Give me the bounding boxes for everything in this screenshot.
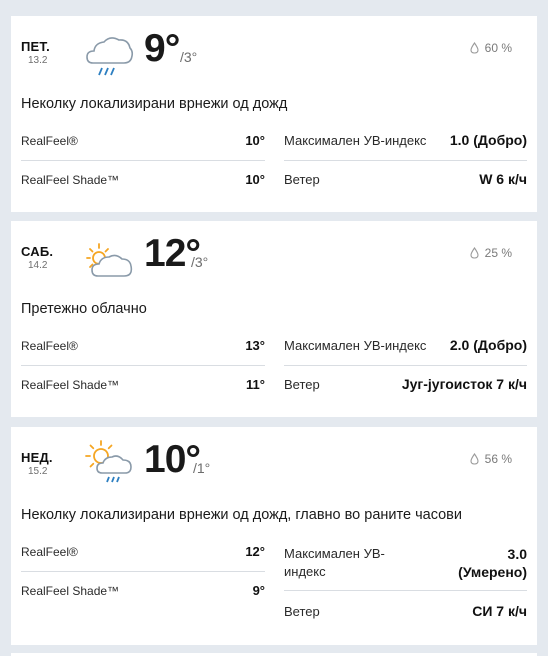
weather-phrase: Неколку локализирани врнежи од дожд, гла… (21, 507, 462, 523)
precip-chance: 56 % (470, 452, 512, 466)
drop-icon (470, 247, 479, 259)
high-temp: 9° (144, 27, 180, 70)
day-date: ПЕТ. 13.2 (21, 39, 50, 66)
day-of-week: САБ. (21, 244, 54, 259)
divider (21, 365, 265, 366)
day-date: САБ. 14.2 (21, 244, 53, 271)
uv-row: Максимален УВ- индекс 3.0 (Умерено) (284, 545, 527, 581)
wind-label: Ветер (284, 171, 320, 187)
low-temp: /3° (191, 254, 209, 270)
sun-cloud-rain-icon (85, 440, 132, 483)
weather-phrase: Неколку локализирани врнежи од дожд (21, 96, 288, 112)
realfeel-shade-value: 11° (246, 377, 265, 392)
realfeel-shade-row: RealFeel Shade™ 9° (21, 583, 265, 598)
uv-label-line1: Максимален УВ- (284, 546, 385, 561)
drop-icon (470, 453, 479, 465)
wind-value: Југ-југоисток 7 к/ч (401, 376, 527, 392)
realfeel-shade-label: RealFeel Shade™ (21, 172, 120, 187)
cloud-rain-icon (86, 37, 134, 76)
realfeel-label: RealFeel® (21, 544, 78, 559)
realfeel-shade-label: RealFeel Shade™ (21, 377, 120, 392)
precip-chance: 25 % (470, 246, 512, 260)
divider (21, 160, 265, 161)
date-number: 15.2 (28, 466, 48, 477)
uv-value: 3.0 (Умерено) (458, 545, 527, 581)
precip-value: 56 % (484, 452, 512, 466)
wind-label: Ветер (284, 603, 320, 619)
day-date: НЕД. 15.2 (21, 450, 53, 477)
divider (284, 365, 527, 366)
forecast-card-sat[interactable]: САБ. 14.2 12° /3° 25 % Претежно облачно … (11, 221, 537, 417)
uv-value-line1: 3.0 (507, 546, 527, 562)
forecast-card-sun[interactable]: НЕД. 15.2 10° /1° 56 % Неколку локализир… (11, 427, 537, 645)
drop-icon (470, 42, 479, 54)
divider (284, 590, 527, 591)
wind-label: Ветер (284, 376, 320, 392)
divider (21, 571, 265, 572)
forecast-card-fri[interactable]: ПЕТ. 13.2 9° /3° 60 % Неколку локализира… (11, 16, 537, 212)
realfeel-row: RealFeel® 12° (21, 544, 265, 559)
uv-value-line2: (Умерено) (458, 564, 527, 580)
uv-row: Максимален УВ-индекс 2.0 (Добро) (284, 337, 527, 353)
wind-row: Ветер W 6 к/ч (284, 171, 527, 187)
realfeel-shade-value: 10° (245, 172, 265, 187)
uv-value: 1.0 (Добро) (449, 132, 527, 148)
date-number: 14.2 (28, 260, 48, 271)
low-temp: /3° (180, 49, 198, 65)
realfeel-value: 12° (245, 544, 265, 559)
wind-row: Ветер СИ 7 к/ч (284, 603, 527, 619)
wind-value: W 6 к/ч (479, 171, 527, 187)
uv-label: Максимален УВ-индекс (284, 132, 427, 148)
realfeel-label: RealFeel® (21, 133, 78, 148)
uv-value: 2.0 (Добро) (449, 337, 527, 353)
sun-cloud-icon (86, 243, 133, 277)
realfeel-shade-row: RealFeel Shade™ 11° (21, 377, 265, 392)
realfeel-value: 13° (245, 338, 265, 353)
wind-value: СИ 7 к/ч (472, 603, 527, 619)
realfeel-shade-label: RealFeel Shade™ (21, 583, 120, 598)
precip-value: 25 % (484, 246, 512, 260)
date-number: 13.2 (28, 55, 48, 66)
realfeel-value: 10° (245, 133, 265, 148)
precip-value: 60 % (484, 41, 512, 55)
wind-row: Ветер Југ-југоисток 7 к/ч (284, 376, 527, 392)
uv-row: Максимален УВ-индекс 1.0 (Добро) (284, 132, 527, 148)
low-temp: /1° (193, 460, 211, 476)
weather-phrase: Претежно облачно (21, 301, 147, 317)
realfeel-label: RealFeel® (21, 338, 78, 353)
realfeel-shade-row: RealFeel Shade™ 10° (21, 172, 265, 187)
uv-label: Максимален УВ- индекс (284, 545, 385, 581)
realfeel-shade-value: 9° (252, 583, 265, 598)
high-temp: 10° (144, 438, 201, 481)
day-of-week: НЕД. (21, 450, 53, 465)
precip-chance: 60 % (470, 41, 512, 55)
realfeel-row: RealFeel® 10° (21, 133, 265, 148)
uv-label: Максимален УВ-индекс (284, 337, 427, 353)
uv-label-line2: индекс (284, 564, 326, 579)
day-of-week: ПЕТ. (21, 39, 50, 54)
divider (284, 160, 527, 161)
realfeel-row: RealFeel® 13° (21, 338, 265, 353)
